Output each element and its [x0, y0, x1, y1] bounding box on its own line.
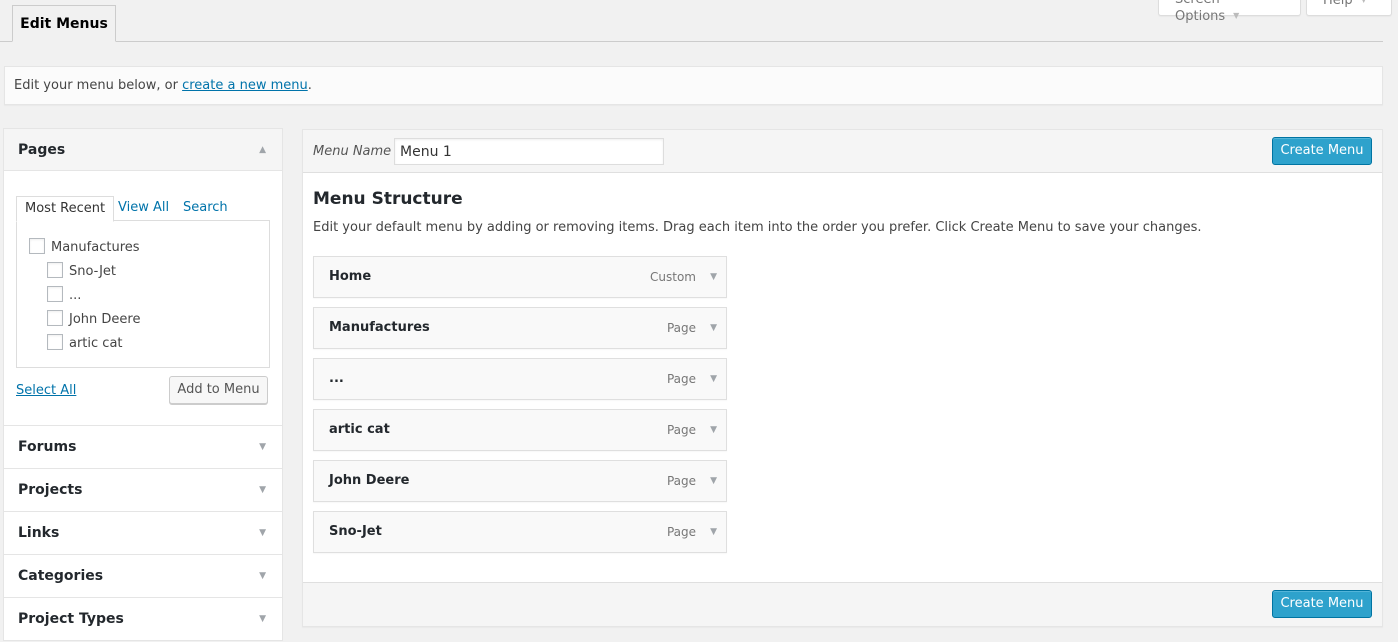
menu-item-title: John Deere [329, 473, 410, 488]
menu-name-label: Menu Name [313, 144, 392, 159]
checkbox-icon[interactable] [47, 286, 63, 302]
menu-structure-description: Edit your default menu by adding or remo… [313, 220, 1202, 235]
most-recent-list: Manufactures Sno-Jet ... John Deere arti… [16, 220, 270, 368]
accordion-section-pages: Pages ▲ Most Recent View All Search Manu… [4, 129, 282, 426]
menu-header: Menu Name Create Menu [303, 130, 1382, 173]
accordion-title-label: Categories [18, 568, 104, 584]
menu-item-title: Manufactures [329, 320, 430, 335]
tab-view-all[interactable]: View All [118, 196, 169, 222]
accordion-section-links: Links ▼ [4, 512, 282, 555]
triangle-down-icon[interactable]: ▼ [710, 308, 717, 348]
menu-structure-title: Menu Structure [313, 189, 463, 209]
accordion-title-label: Project Types [18, 611, 124, 627]
accordion-section-project-types: Project Types ▼ [4, 598, 282, 640]
triangle-down-icon: ▼ [259, 614, 266, 624]
tab-most-recent[interactable]: Most Recent [16, 196, 115, 222]
triangle-down-icon[interactable]: ▼ [710, 512, 717, 552]
checkbox-icon[interactable] [47, 334, 63, 350]
menu-item-type: Page [666, 423, 696, 437]
accordion-title-categories[interactable]: Categories ▼ [4, 555, 282, 597]
menu-items-accordion: Pages ▲ Most Recent View All Search Manu… [3, 128, 283, 641]
nav-tab-wrapper: Edit Menus [0, 0, 1383, 42]
menu-item-title: Home [329, 269, 372, 284]
triangle-down-icon: ▼ [259, 485, 266, 495]
page-checkbox-item[interactable]: artic cat [47, 334, 123, 352]
menu-item[interactable]: ... Page ▼ [313, 358, 727, 400]
page-checkbox-item[interactable]: Sno-Jet [47, 262, 116, 280]
pages-panel: Most Recent View All Search Manufactures… [4, 171, 282, 425]
select-all-link[interactable]: Select All [16, 383, 76, 398]
add-to-menu-button[interactable]: Add to Menu [169, 376, 268, 404]
manage-menus-notice: Edit your menu below, or create a new me… [4, 66, 1383, 105]
checkbox-icon[interactable] [47, 310, 63, 326]
menu-item-type: Page [666, 474, 696, 488]
accordion-title-pages[interactable]: Pages ▲ [4, 129, 282, 171]
page-checkbox-item[interactable]: John Deere [47, 310, 140, 328]
page-checkbox-label: John Deere [69, 312, 141, 327]
menu-item-title: ... [329, 371, 344, 386]
accordion-title-project-types[interactable]: Project Types ▼ [4, 598, 282, 640]
menu-footer: Create Menu [303, 582, 1382, 626]
triangle-down-icon: ▼ [259, 528, 266, 538]
menu-item[interactable]: Sno-Jet Page ▼ [313, 511, 727, 553]
accordion-title-label: Projects [18, 482, 83, 498]
accordion-title-projects[interactable]: Projects ▼ [4, 469, 282, 511]
triangle-down-icon[interactable]: ▼ [710, 257, 717, 297]
menu-item-title: Sno-Jet [329, 524, 382, 539]
menu-item[interactable]: Manufactures Page ▼ [313, 307, 727, 349]
triangle-up-icon: ▲ [259, 145, 266, 155]
create-menu-button[interactable]: Create Menu [1272, 137, 1372, 165]
menu-item-title: artic cat [329, 422, 390, 437]
menu-item-type: Custom [650, 270, 696, 284]
accordion-section-categories: Categories ▼ [4, 555, 282, 598]
notice-text: Edit your menu below, or [14, 78, 183, 93]
accordion-title-label: Links [18, 525, 60, 541]
create-menu-button-footer[interactable]: Create Menu [1272, 590, 1372, 618]
accordion-title-forums[interactable]: Forums ▼ [4, 426, 282, 468]
triangle-down-icon[interactable]: ▼ [710, 461, 717, 501]
menu-item-type: Page [666, 321, 696, 335]
tab-search[interactable]: Search [183, 196, 228, 222]
menu-item-type: Page [666, 525, 696, 539]
page-checkbox-label: ... [69, 288, 82, 303]
accordion-title-label: Forums [18, 439, 77, 455]
menu-item[interactable]: Home Custom ▼ [313, 256, 727, 298]
page-checkbox-label: artic cat [69, 336, 123, 351]
triangle-down-icon[interactable]: ▼ [710, 410, 717, 450]
triangle-down-icon: ▼ [259, 442, 266, 452]
page-checkbox-item[interactable]: Manufactures [29, 238, 140, 256]
accordion-section-forums: Forums ▼ [4, 426, 282, 469]
triangle-down-icon[interactable]: ▼ [710, 359, 717, 399]
menu-name-input[interactable] [394, 138, 664, 165]
menu-management-panel: Menu Name Create Menu Menu Structure Edi… [302, 129, 1383, 627]
tab-edit-menus[interactable]: Edit Menus [12, 5, 116, 42]
page-checkbox-label: Manufactures [51, 240, 140, 255]
page-checkbox-item[interactable]: ... [47, 286, 81, 304]
menu-item[interactable]: artic cat Page ▼ [313, 409, 727, 451]
triangle-down-icon: ▼ [259, 571, 266, 581]
checkbox-icon[interactable] [29, 238, 45, 254]
create-new-menu-link[interactable]: create a new menu [182, 78, 308, 93]
notice-suffix: . [307, 78, 312, 93]
menu-item-type: Page [666, 372, 696, 386]
accordion-section-projects: Projects ▼ [4, 469, 282, 512]
menu-item[interactable]: John Deere Page ▼ [313, 460, 727, 502]
page-checkbox-label: Sno-Jet [69, 264, 117, 279]
accordion-title-links[interactable]: Links ▼ [4, 512, 282, 554]
checkbox-icon[interactable] [47, 262, 63, 278]
accordion-title-label: Pages [18, 142, 66, 158]
